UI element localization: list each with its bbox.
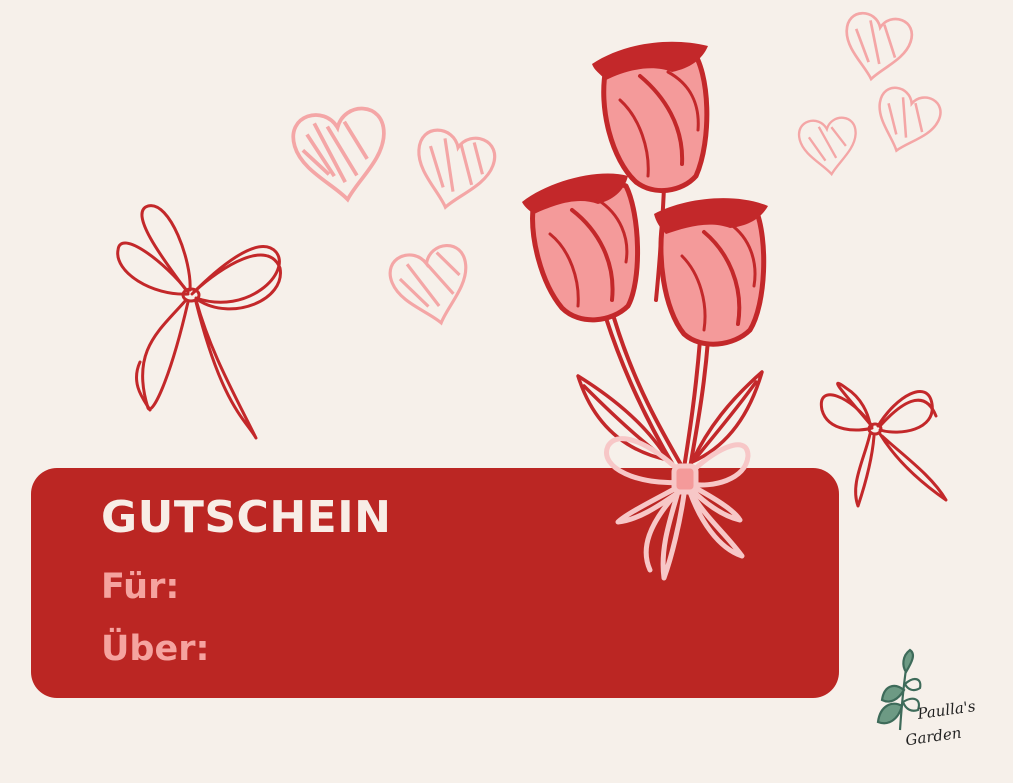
gift-voucher: GUTSCHEIN Für: Über: Paulla's Garden <box>0 0 1013 783</box>
heart-icon <box>865 82 946 162</box>
heart-icon <box>406 125 500 217</box>
ribbon-bow-icon <box>819 381 948 508</box>
heart-icon <box>288 103 395 208</box>
heart-icon <box>796 115 861 179</box>
heart-icon <box>384 240 480 334</box>
voucher-title: GUTSCHEIN <box>101 492 392 543</box>
amount-label: Über: <box>101 629 210 669</box>
ribbon-bow-icon <box>116 204 282 440</box>
heart-icon <box>837 9 916 87</box>
recipient-label: Für: <box>101 567 180 607</box>
